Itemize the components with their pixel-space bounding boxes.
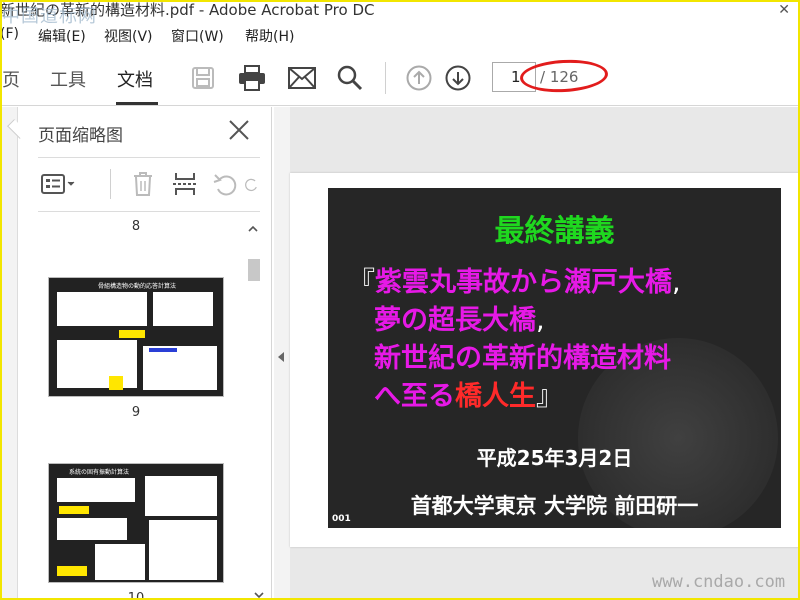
delete-page-icon[interactable] [128,169,158,199]
slide-title-line-4: へ至る橋人生』 [374,374,563,413]
title-text: 紫雲丸事故から瀬戸大橋 [375,267,672,298]
thumbnail-number: 9 [131,405,141,420]
panel-toolbar [38,165,260,205]
chevron-down-icon[interactable] [252,587,266,600]
thumbnail-number: 8 [131,219,141,234]
next-page-icon[interactable] [442,62,474,94]
tab-home[interactable]: 页 [2,66,20,92]
open-bracket: 『 [348,267,375,298]
menu-file[interactable]: (F) [0,26,19,42]
title-text: へ至る [374,381,455,412]
title-text: 夢の超長大橋 [374,305,536,336]
chevron-up-icon[interactable] [246,221,260,235]
tab-tools[interactable]: 工具 [50,66,86,92]
email-icon[interactable] [286,62,318,94]
title-bar: 新世紀の革新的構造材料.pdf - Adobe Acrobat Pro DC ✕ [0,0,800,22]
slide-title-line-1: 『紫雲丸事故から瀬戸大橋, [348,260,681,299]
menu-help[interactable]: 帮助(H) [245,26,294,46]
panel-toolbar-separator [110,169,111,199]
thumbnail-highlight [119,330,145,338]
thumbnail-figure [57,292,147,326]
thumbnail-figure [57,340,137,388]
panel-title: 页面缩略图 [38,126,123,146]
comma: , [672,267,681,298]
thumbnail-table [143,346,217,390]
watermark-logo: 中国道标网 [2,6,97,27]
rotate-right-icon[interactable] [244,169,260,199]
window-close-icon[interactable]: ✕ [778,0,790,20]
thumbnail-figure [145,476,217,516]
slide-author: 首都大学東京 大学院 前田研一 [410,494,699,518]
document-view[interactable]: 最終講義 『紫雲丸事故から瀬戸大橋, 夢の超長大橋, 新世紀の革新的構造材料 へ… [290,107,800,600]
thumbnail-page-10[interactable]: 系統の固有振動計算法 [48,463,224,583]
panel-collapse-handle[interactable] [274,107,290,600]
slide-content: 最終講義 『紫雲丸事故から瀬戸大橋, 夢の超長大橋, 新世紀の革新的構造材料 へ… [328,188,781,528]
thumbnail-figure [153,292,213,326]
slide-page-number: 001 [332,514,351,524]
active-tab-indicator [116,102,158,105]
main-toolbar: 页 工具 文档 1 / 126 [0,50,800,106]
title-text-red: 橋人生 [455,381,536,412]
print-icon[interactable] [236,62,268,94]
scrollbar-thumb[interactable] [248,259,260,281]
thumbnail-scrollbar[interactable] [246,219,260,599]
thumbnail-figure [57,518,127,540]
tab-document[interactable]: 文档 [117,66,153,92]
thumbnail-highlight [109,376,123,390]
panel-divider-2 [38,211,260,212]
slide-heading: 最終講義 [494,214,615,249]
search-icon[interactable] [334,62,366,94]
slide-title-line-3: 新世紀の革新的構造材料 [374,336,671,375]
watermark-url: www.cndao.com [652,572,786,592]
thumbnail-title: 系統の固有振動計算法 [68,469,129,476]
rotate-left-icon[interactable] [210,169,240,199]
thumbnail-figure [57,478,135,502]
thumbnail-title: 骨組構造物の動的応答計算法 [97,283,176,290]
thumbnails-panel: 页面缩略图 8 骨組構造物の動的応答計算法 9 系統の固有振動計算法 10 [18,107,272,600]
slide-title-line-2: 夢の超長大橋, [374,298,545,337]
menu-edit[interactable]: 编辑(E) [38,26,86,46]
panel-divider [38,157,260,158]
close-icon[interactable] [228,119,250,141]
chevron-left-icon[interactable] [278,352,284,362]
previous-page-icon[interactable] [403,62,435,94]
menu-view[interactable]: 视图(V) [104,26,153,46]
extract-page-icon[interactable] [170,169,200,199]
thumbnail-table [95,544,145,580]
menu-window[interactable]: 窗口(W) [171,26,224,46]
comma: , [536,305,545,336]
title-text: 新世紀の革新的構造材料 [374,343,671,374]
menu-bar: (F) 编辑(E) 视图(V) 窗口(W) 帮助(H) [0,24,800,46]
slide-date: 平成25年3月2日 [476,446,633,470]
thumbnail-page-9[interactable]: 骨組構造物の動的応答計算法 [48,277,224,397]
thumbnail-highlight [59,506,89,514]
thumbnail-highlight [57,566,87,576]
document-page: 最終講義 『紫雲丸事故から瀬戸大橋, 夢の超長大橋, 新世紀の革新的構造材料 へ… [290,173,800,547]
close-bracket: 』 [536,381,563,412]
options-menu-icon[interactable] [38,169,78,199]
thumbnail-highlight [149,348,177,352]
left-nav-pane [0,107,18,600]
save-icon[interactable] [187,62,219,94]
toolbar-separator [385,62,386,94]
thumbnail-number: 10 [127,591,145,600]
thumbnail-figure [149,520,217,580]
